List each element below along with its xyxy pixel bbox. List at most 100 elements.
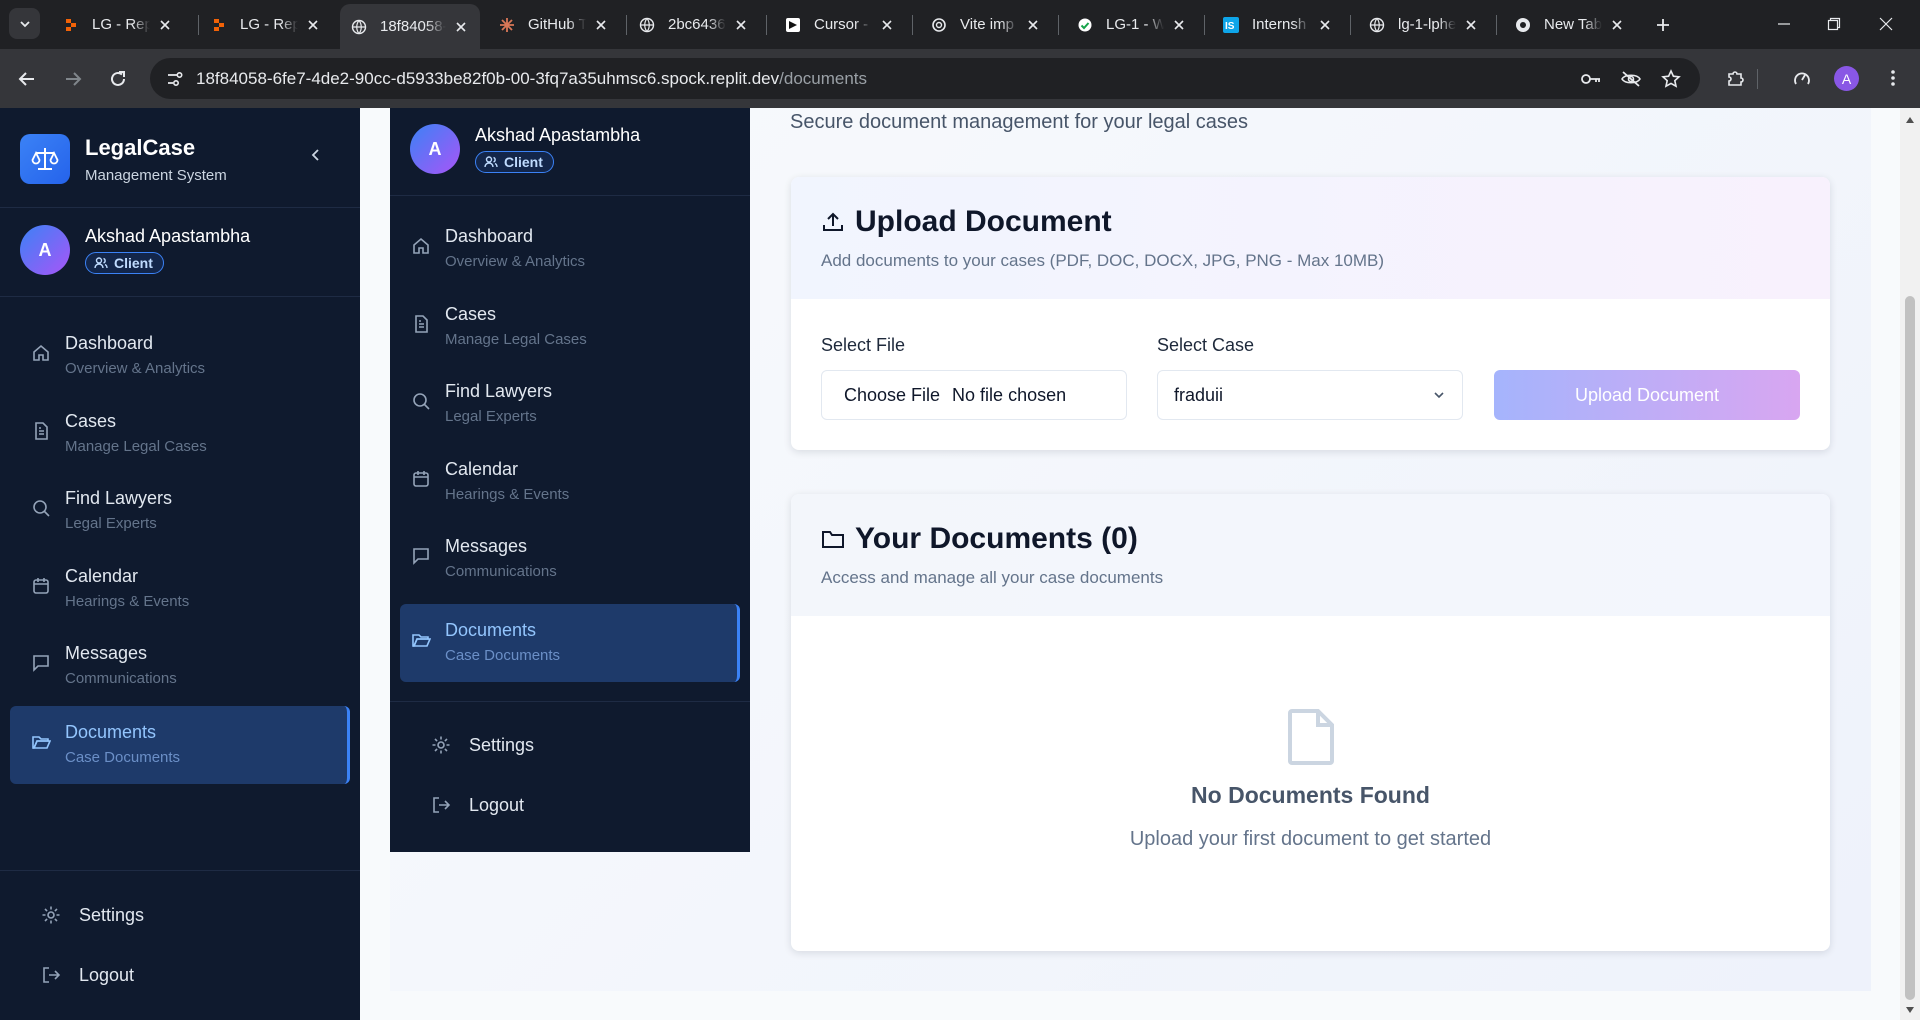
tab-title: Vite imp (960, 16, 1014, 33)
browser-tab[interactable]: LG - Replit (200, 6, 332, 43)
scrollbar-thumb[interactable] (1905, 296, 1915, 1000)
role-label: Client (114, 254, 153, 271)
close-icon[interactable] (156, 16, 174, 34)
close-window-button[interactable] (1874, 12, 1898, 36)
nav-label: Cases (445, 304, 497, 324)
scale-icon (20, 134, 70, 184)
star-icon[interactable] (1660, 68, 1682, 90)
search-icon (30, 497, 52, 519)
sidebar-item-find-lawyers[interactable]: Find Lawyers Legal Experts (410, 381, 552, 425)
close-icon[interactable] (732, 16, 750, 34)
tab-title: Internsh (1252, 16, 1307, 33)
page-scrollbar[interactable] (1900, 108, 1920, 1020)
sidebar-item-messages[interactable]: Messages Communications (410, 536, 557, 580)
browser-tab[interactable]: Vite imp (920, 6, 1052, 43)
sidebar-item-cases[interactable]: Cases Manage Legal Cases (410, 304, 587, 348)
eye-off-icon[interactable] (1620, 68, 1642, 90)
url-text: 18f84058-6fe7-4de2-90cc-d5933be82f0b-00-… (196, 69, 867, 89)
settings-label: Settings (79, 904, 145, 925)
close-icon[interactable] (592, 16, 610, 34)
sidebar-item-messages[interactable]: Messages Communications (30, 643, 177, 687)
close-icon[interactable] (1608, 16, 1626, 34)
sidebar-item-find-lawyers[interactable]: Find Lawyers Legal Experts (30, 488, 172, 532)
calendar-icon (30, 575, 52, 597)
tab-title: LG - Replit (92, 16, 150, 33)
settings-button[interactable]: Settings (40, 904, 144, 926)
scroll-down-arrow[interactable] (1904, 1004, 1916, 1016)
address-bar[interactable]: 18f84058-6fe7-4de2-90cc-d5933be82f0b-00-… (150, 58, 1700, 99)
secondary-sidebar: A Akshad Apastambha Client Dashboard Over… (390, 108, 750, 852)
sidebar: LegalCase Management System A Akshad Apa… (0, 108, 360, 1020)
sidebar-item-calendar[interactable]: Calendar Hearings & Events (410, 459, 569, 503)
extensions-button[interactable] (1722, 64, 1750, 92)
settings-button[interactable]: Settings (430, 734, 534, 756)
chevron-down-icon (1434, 392, 1444, 399)
browser-tab[interactable]: LG-1 - W (1066, 6, 1198, 43)
sidebar-item-calendar[interactable]: Calendar Hearings & Events (30, 566, 189, 610)
nav-sub: Case Documents (445, 647, 561, 664)
browser-tab-active[interactable]: 18f84058-6fe7 (340, 4, 480, 49)
sidebar-item-cases[interactable]: Cases Manage Legal Cases (30, 411, 207, 455)
choose-file-button[interactable]: Choose File (844, 385, 940, 406)
users-icon (94, 256, 108, 268)
browser-tab[interactable]: Cursor - Th (774, 6, 906, 43)
empty-subtitle: Upload your first document to get starte… (1129, 828, 1492, 850)
site-info-icon[interactable] (164, 68, 186, 90)
tab-search-button[interactable] (9, 8, 40, 39)
key-icon[interactable] (1580, 68, 1602, 90)
back-button[interactable] (13, 65, 41, 93)
close-icon[interactable] (1170, 16, 1188, 34)
performance-button[interactable] (1788, 64, 1816, 92)
url-host: 18f84058-6fe7-4de2-90cc-d5933be82f0b-00-… (196, 69, 780, 88)
new-tab-button[interactable] (1651, 13, 1675, 37)
logout-label: Logout (79, 964, 135, 985)
logout-button[interactable]: Logout (40, 964, 134, 986)
sidebar-item-dashboard[interactable]: Dashboard Overview & Analytics (30, 333, 205, 377)
sidebar-item-dashboard[interactable]: Dashboard Overview & Analytics (410, 226, 585, 270)
folder-open-icon (410, 629, 432, 651)
logout-icon (40, 964, 62, 986)
restore-button[interactable] (1822, 12, 1846, 36)
tab-title: New Tab (1544, 16, 1602, 33)
browser-tab[interactable]: LG - Replit (52, 6, 184, 43)
sidebar-item-documents[interactable]: Documents Case Documents (400, 604, 740, 682)
browser-tab[interactable]: New Tab (1504, 6, 1636, 43)
browser-tab[interactable]: GitHub Tokens (488, 6, 620, 43)
upload-document-button[interactable]: Upload Document (1494, 370, 1800, 420)
brand-subtitle: Management System (85, 167, 227, 184)
user-profile[interactable]: A Akshad Apastambha Client (410, 124, 640, 174)
case-select[interactable]: fraduii (1157, 370, 1463, 420)
browser-tab[interactable]: 2bc6436 (628, 6, 760, 43)
message-icon (410, 545, 432, 567)
nav-label: Calendar (445, 459, 519, 479)
close-icon[interactable] (304, 16, 322, 34)
logout-button[interactable]: Logout (430, 794, 524, 816)
brand-name: LegalCase (85, 135, 196, 160)
close-icon[interactable] (878, 16, 896, 34)
role-label: Client (504, 153, 543, 170)
reload-button[interactable] (104, 65, 132, 93)
close-icon[interactable] (1462, 16, 1480, 34)
empty-title: No Documents Found (1191, 782, 1430, 808)
nav-label: Messages (445, 536, 528, 556)
upload-icon (823, 212, 843, 231)
browser-menu-button[interactable] (1879, 64, 1907, 92)
file-input[interactable]: Choose File No file chosen (821, 370, 1127, 420)
page-viewport: A Akshad Apastambha Client Dashboard Over… (0, 108, 1920, 1020)
sidebar-item-documents[interactable]: Documents Case Documents (10, 706, 350, 784)
nav-sub: Legal Experts (445, 408, 537, 425)
scroll-up-arrow[interactable] (1904, 114, 1916, 126)
globe-icon (350, 18, 368, 36)
profile-avatar[interactable]: A (1834, 66, 1859, 91)
nav-label: Find Lawyers (65, 488, 173, 508)
browser-tab[interactable]: IS Internsh (1212, 6, 1344, 43)
file-text-icon (30, 420, 52, 442)
close-icon[interactable] (1024, 16, 1042, 34)
minimize-button[interactable] (1772, 12, 1796, 36)
browser-tab[interactable]: lg-1-lphe (1358, 6, 1490, 43)
close-icon[interactable] (452, 18, 470, 36)
close-icon[interactable] (1316, 16, 1334, 34)
forward-button[interactable] (59, 65, 87, 93)
user-profile[interactable]: A Akshad Apastambha Client (20, 225, 250, 275)
collapse-sidebar-button[interactable] (306, 145, 326, 165)
